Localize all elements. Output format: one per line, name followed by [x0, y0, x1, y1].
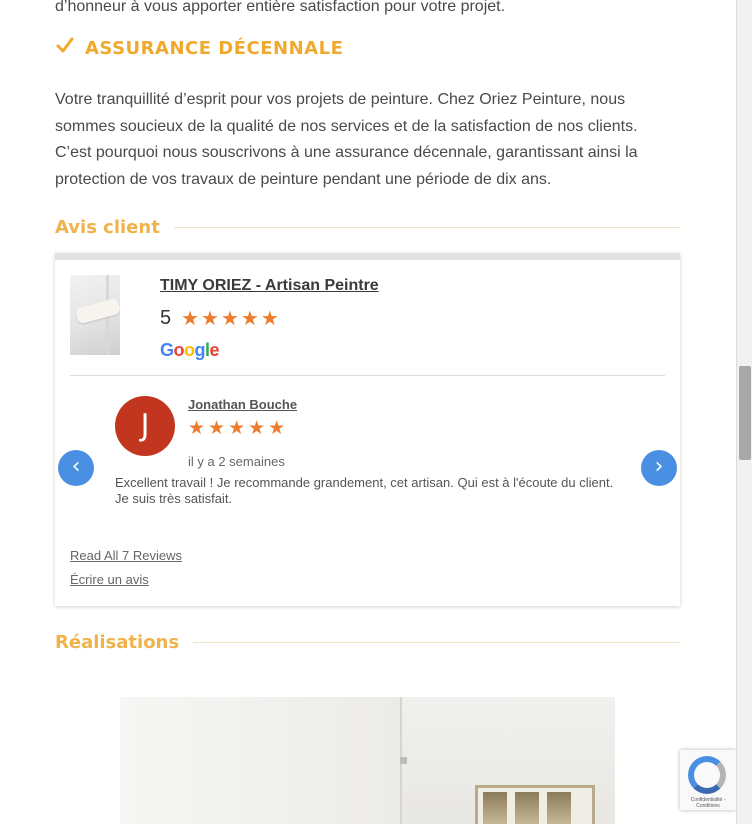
review-stars: ★★★★★ [188, 418, 289, 439]
reviewer-avatar: J [115, 396, 175, 456]
insurance-title: ASSURANCE DÉCENNALE [85, 38, 344, 59]
write-review-link[interactable]: Écrire un avis [70, 572, 149, 587]
heading-divider [173, 227, 680, 228]
business-name-link[interactable]: TIMY ORIEZ - Artisan Peintre [160, 277, 379, 295]
insurance-body: Votre tranquillité d’esprit pour vos pro… [55, 91, 638, 188]
carousel-prev-button[interactable]: ‹ [58, 450, 94, 486]
read-all-reviews-link[interactable]: Read All 7 Reviews [70, 548, 182, 563]
page-scrollbar[interactable] [736, 0, 752, 824]
business-rating: 5 ★★★★★ [160, 306, 281, 331]
card-divider [70, 375, 665, 376]
recaptcha-terms: Confidentialité - Conditions [690, 797, 726, 809]
recaptcha-badge[interactable]: Confidentialité - Conditions [680, 750, 736, 810]
realisations-heading: Réalisations [55, 632, 180, 653]
intro-text: d’honneur à vous apporter entière satisf… [55, 0, 506, 15]
google-review-widget: TIMY ORIEZ - Artisan Peintre 5 ★★★★★ Goo… [55, 253, 680, 606]
business-photo [70, 275, 120, 355]
realisations-heading-row: Réalisations [55, 632, 680, 653]
heading-divider [193, 642, 680, 643]
recaptcha-icon [688, 756, 726, 794]
chevron-left-icon: ‹ [71, 454, 81, 479]
realisation-photo[interactable] [120, 697, 615, 824]
rating-value: 5 [160, 307, 172, 329]
review-text: Excellent travail ! Je recommande grande… [115, 475, 614, 506]
rating-stars: ★★★★★ [181, 308, 281, 330]
reviewer-name-link[interactable]: Jonathan Bouche [188, 397, 297, 412]
chevron-right-icon: › [654, 454, 664, 479]
review-time: il y a 2 semaines [188, 454, 285, 469]
avis-heading: Avis client [55, 217, 160, 238]
insurance-heading: ASSURANCE DÉCENNALE [55, 37, 344, 59]
avis-heading-row: Avis client [55, 217, 680, 238]
check-icon [56, 37, 74, 52]
carousel-next-button[interactable]: › [641, 450, 677, 486]
google-logo: Google [160, 340, 220, 360]
scrollbar-thumb[interactable] [739, 366, 751, 460]
